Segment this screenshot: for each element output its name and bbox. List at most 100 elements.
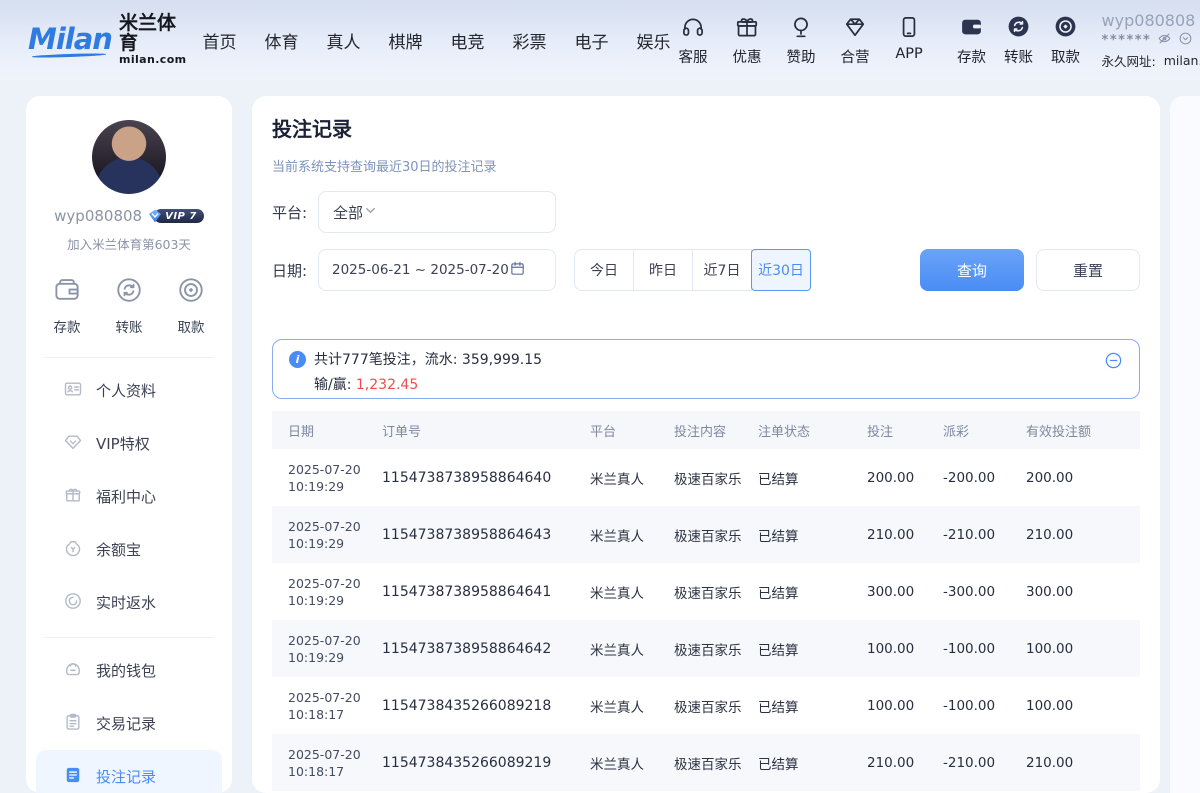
wallet-action-label: 取款 (1051, 46, 1080, 67)
sidebar-username: wyp080808 (54, 207, 142, 225)
sidebar-item-bet-records[interactable]: 投注记录 (36, 750, 222, 793)
page-title: 投注记录 (272, 116, 1140, 142)
cell-bet-amount: 100.00 (867, 641, 943, 657)
wallet-actions: 存款 转账 取款 (952, 14, 1086, 67)
main-nav: 首页 体育 真人 棋牌 电竞 彩票 电子 娱乐 (203, 28, 671, 53)
range-button[interactable]: 昨日 (633, 249, 693, 291)
quick-link-promo[interactable]: 优惠 (725, 14, 770, 67)
wallet-action-withdraw[interactable]: 取款 (1046, 14, 1086, 67)
sidebar-transfer-button[interactable]: 转账 (114, 275, 144, 336)
sidebar-item-wallet[interactable]: 我的钱包 (36, 644, 222, 697)
nav-item[interactable]: 娱乐 (637, 28, 671, 53)
quick-link-partner[interactable]: 合营 (833, 14, 878, 67)
sidebar-deposit-button[interactable]: 存款 (52, 275, 82, 336)
cell-payout: -210.00 (943, 527, 1026, 543)
cell-order-no: 1154738738958864643 (382, 527, 590, 543)
sidebar: wyp080808 VIP 7 加入米兰体育第603天 存款 转账 取款 (26, 96, 232, 793)
nav-item[interactable]: 体育 (265, 28, 299, 53)
quick-link-sponsor[interactable]: 赞助 (779, 14, 824, 67)
column-header: 订单号 (382, 421, 590, 440)
sidebar-item-transactions[interactable]: 交易记录 (36, 697, 222, 750)
chevron-circle-icon[interactable] (1178, 31, 1193, 50)
sidebar-item-welfare[interactable]: 福利中心 (36, 470, 222, 523)
sidebar-item-rebate[interactable]: 实时返水 (36, 576, 222, 629)
sidebar-menu-bottom: 我的钱包 交易记录 投注记录 (26, 638, 232, 793)
cell-datetime: 2025-07-2010:19:29 (272, 461, 382, 495)
cell-status: 已结算 (758, 582, 867, 602)
brand-logo[interactable]: Milan 米兰体育 milan.com (28, 14, 187, 65)
quick-link-service[interactable]: 客服 (671, 14, 716, 67)
brand-name: 米兰体育 (119, 14, 187, 54)
moneybag-icon (63, 538, 83, 562)
cell-bet-content: 极速百家乐 (674, 468, 758, 488)
date-range-value: 2025-06-21 ~ 2025-07-20 (332, 262, 509, 278)
transfer-icon (1006, 14, 1031, 43)
scrollbar-track[interactable] (1170, 96, 1200, 793)
brand-script-text: Milan (28, 22, 112, 58)
sidebar-item-profile[interactable]: 个人资料 (36, 364, 222, 417)
nav-item[interactable]: 棋牌 (389, 28, 423, 53)
medal-icon (788, 14, 814, 44)
gift-icon (734, 14, 760, 44)
eye-off-icon[interactable] (1157, 31, 1172, 50)
sidebar-item-label: VIP特权 (96, 433, 150, 454)
date-range-input[interactable]: 2025-06-21 ~ 2025-07-20 (318, 249, 556, 291)
summary-prefix: 共计777笔投注，流水: (314, 352, 457, 368)
sidebar-item-yuebao[interactable]: 余额宝 (36, 523, 222, 576)
cell-status: 已结算 (758, 639, 867, 659)
username[interactable]: wyp080808 (1102, 11, 1196, 30)
cell-order-no: 1154738435266089218 (382, 698, 590, 714)
wallet-icon (959, 14, 984, 43)
table-row: 2025-07-2010:19:291154738738958864641米兰真… (272, 563, 1140, 620)
cell-datetime: 2025-07-2010:19:29 (272, 518, 382, 552)
vip-badge[interactable]: VIP 7 (147, 209, 204, 224)
date-filter-row: 日期: 2025-06-21 ~ 2025-07-20 今日昨日近7日近30日 … (272, 249, 1140, 291)
cell-valid-bet: 210.00 (1026, 755, 1140, 771)
column-header: 日期 (272, 421, 382, 440)
cell-datetime: 2025-07-2010:19:29 (272, 575, 382, 609)
wallet-action-deposit[interactable]: 存款 (952, 14, 992, 67)
quick-action-label: 取款 (178, 316, 205, 336)
nav-item[interactable]: 首页 (203, 28, 237, 53)
query-button[interactable]: 查询 (920, 249, 1024, 291)
sidebar-item-label: 实时返水 (96, 592, 156, 613)
cell-payout: -300.00 (943, 584, 1026, 600)
table-row: 2025-07-2010:18:171154738435266089219米兰真… (272, 734, 1140, 791)
headset-icon (680, 14, 706, 44)
collapse-icon[interactable] (1104, 351, 1123, 370)
nav-item[interactable]: 电子 (575, 28, 609, 53)
chevron-down-icon (363, 203, 378, 222)
table-row: 2025-07-2010:18:171154738435266089218米兰真… (272, 677, 1140, 734)
quick-link-label: 合营 (841, 46, 870, 67)
cell-valid-bet: 200.00 (1026, 470, 1140, 486)
purse-icon (63, 659, 83, 683)
range-button[interactable]: 今日 (574, 249, 634, 291)
sidebar-item-label: 我的钱包 (96, 660, 156, 681)
topbar-right: 客服 优惠 赞助 合营 APP (671, 11, 1200, 70)
nav-item[interactable]: 真人 (327, 28, 361, 53)
nav-item[interactable]: 彩票 (513, 28, 547, 53)
wallet-action-transfer[interactable]: 转账 (999, 14, 1039, 67)
date-label: 日期: (272, 260, 318, 281)
range-button[interactable]: 近7日 (692, 249, 752, 291)
cell-bet-amount: 200.00 (867, 470, 943, 486)
quick-link-app[interactable]: APP (887, 14, 932, 67)
withdraw-icon (1053, 14, 1078, 43)
result-value: 1,232.45 (356, 377, 418, 393)
table-row: 2025-07-2010:19:291154738738958864640米兰真… (272, 449, 1140, 506)
cell-bet-amount: 210.00 (867, 527, 943, 543)
platform-select[interactable]: 全部 (318, 191, 556, 233)
cell-datetime: 2025-07-2010:18:17 (272, 746, 382, 780)
sidebar-item-label: 个人资料 (96, 380, 156, 401)
masked-balance: ****** (1102, 33, 1152, 48)
cell-valid-bet: 210.00 (1026, 527, 1140, 543)
sidebar-withdraw-button[interactable]: 取款 (176, 275, 206, 336)
vip-diamond-icon (147, 208, 163, 224)
permanent-url: milan.com (1164, 53, 1200, 68)
summary-turnover: 359,999.15 (462, 352, 542, 368)
range-button[interactable]: 近30日 (751, 249, 811, 291)
nav-item[interactable]: 电竞 (451, 28, 485, 53)
cell-order-no: 1154738738958864641 (382, 584, 590, 600)
reset-button[interactable]: 重置 (1036, 249, 1140, 291)
sidebar-item-vip[interactable]: VIP特权 (36, 417, 222, 470)
